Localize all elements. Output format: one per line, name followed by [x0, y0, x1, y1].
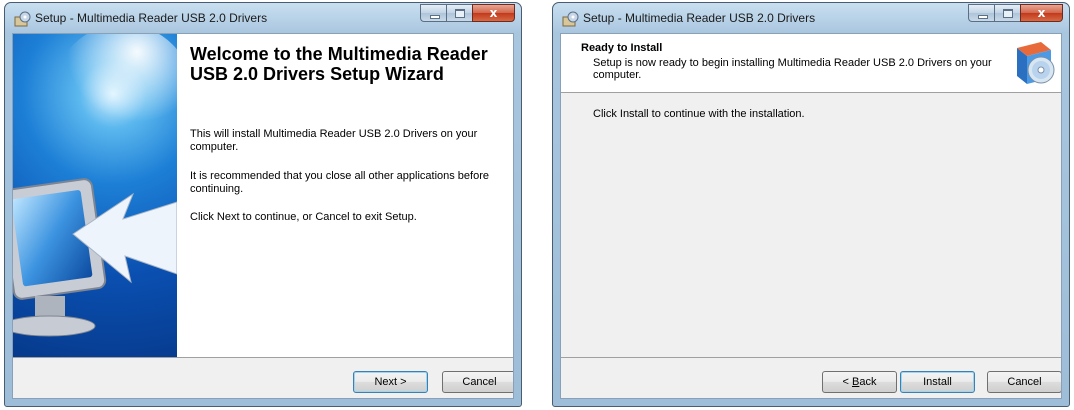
software-box-cd-icon	[1017, 42, 1055, 84]
monitor-arrow-illustration	[13, 34, 177, 337]
footer-divider	[561, 357, 1061, 358]
install-description: This will install Multimedia Reader USB …	[190, 128, 478, 153]
wizard-header: Ready to Install Setup is now ready to b…	[561, 34, 1061, 93]
next-button[interactable]: Next >	[353, 371, 428, 393]
setup-window-ready: Setup - Multimedia Reader USB 2.0 Driver…	[552, 2, 1070, 407]
maximize-button[interactable]	[994, 4, 1020, 22]
title-bar[interactable]: Setup - Multimedia Reader USB 2.0 Driver…	[5, 3, 521, 33]
maximize-button[interactable]	[446, 4, 472, 22]
page-subtitle: Setup is now ready to begin installing M…	[593, 57, 992, 81]
minimize-button[interactable]	[420, 4, 446, 22]
install-button[interactable]: Install	[900, 371, 975, 393]
window-title: Setup - Multimedia Reader USB 2.0 Driver…	[35, 11, 268, 25]
close-button[interactable]: x	[1020, 4, 1063, 22]
minimize-button[interactable]	[968, 4, 994, 22]
wizard-side-image	[13, 34, 177, 357]
dialog-client: Welcome to the Multimedia Reader USB 2.0…	[12, 33, 514, 399]
cancel-button[interactable]: Cancel	[987, 371, 1061, 393]
caption-buttons: x	[968, 4, 1063, 23]
close-icon: x	[1037, 6, 1046, 20]
dialog-client: Ready to Install Setup is now ready to b…	[560, 33, 1062, 399]
back-label-rest: ack	[859, 376, 877, 388]
install-instruction: Click Install to continue with the insta…	[593, 108, 805, 120]
wizard-content: Welcome to the Multimedia Reader USB 2.0…	[177, 34, 513, 357]
caption-buttons: x	[420, 4, 515, 23]
back-button[interactable]: < Back	[822, 371, 897, 393]
setup-window-welcome: Setup - Multimedia Reader USB 2.0 Driver…	[4, 2, 522, 407]
page-title: Ready to Install	[581, 42, 663, 54]
close-button[interactable]: x	[472, 4, 515, 22]
continue-instruction: Click Next to continue, or Cancel to exi…	[190, 211, 417, 223]
close-icon: x	[489, 6, 498, 20]
footer-divider	[13, 357, 513, 358]
setup-app-icon	[14, 11, 31, 27]
title-bar[interactable]: Setup - Multimedia Reader USB 2.0 Driver…	[553, 3, 1069, 33]
cancel-button[interactable]: Cancel	[442, 371, 513, 393]
window-title: Setup - Multimedia Reader USB 2.0 Driver…	[583, 11, 816, 25]
setup-app-icon	[562, 11, 579, 27]
close-apps-recommendation: It is recommended that you close all oth…	[190, 170, 489, 195]
back-prefix: <	[842, 376, 852, 388]
welcome-heading: Welcome to the Multimedia Reader USB 2.0…	[190, 44, 488, 84]
